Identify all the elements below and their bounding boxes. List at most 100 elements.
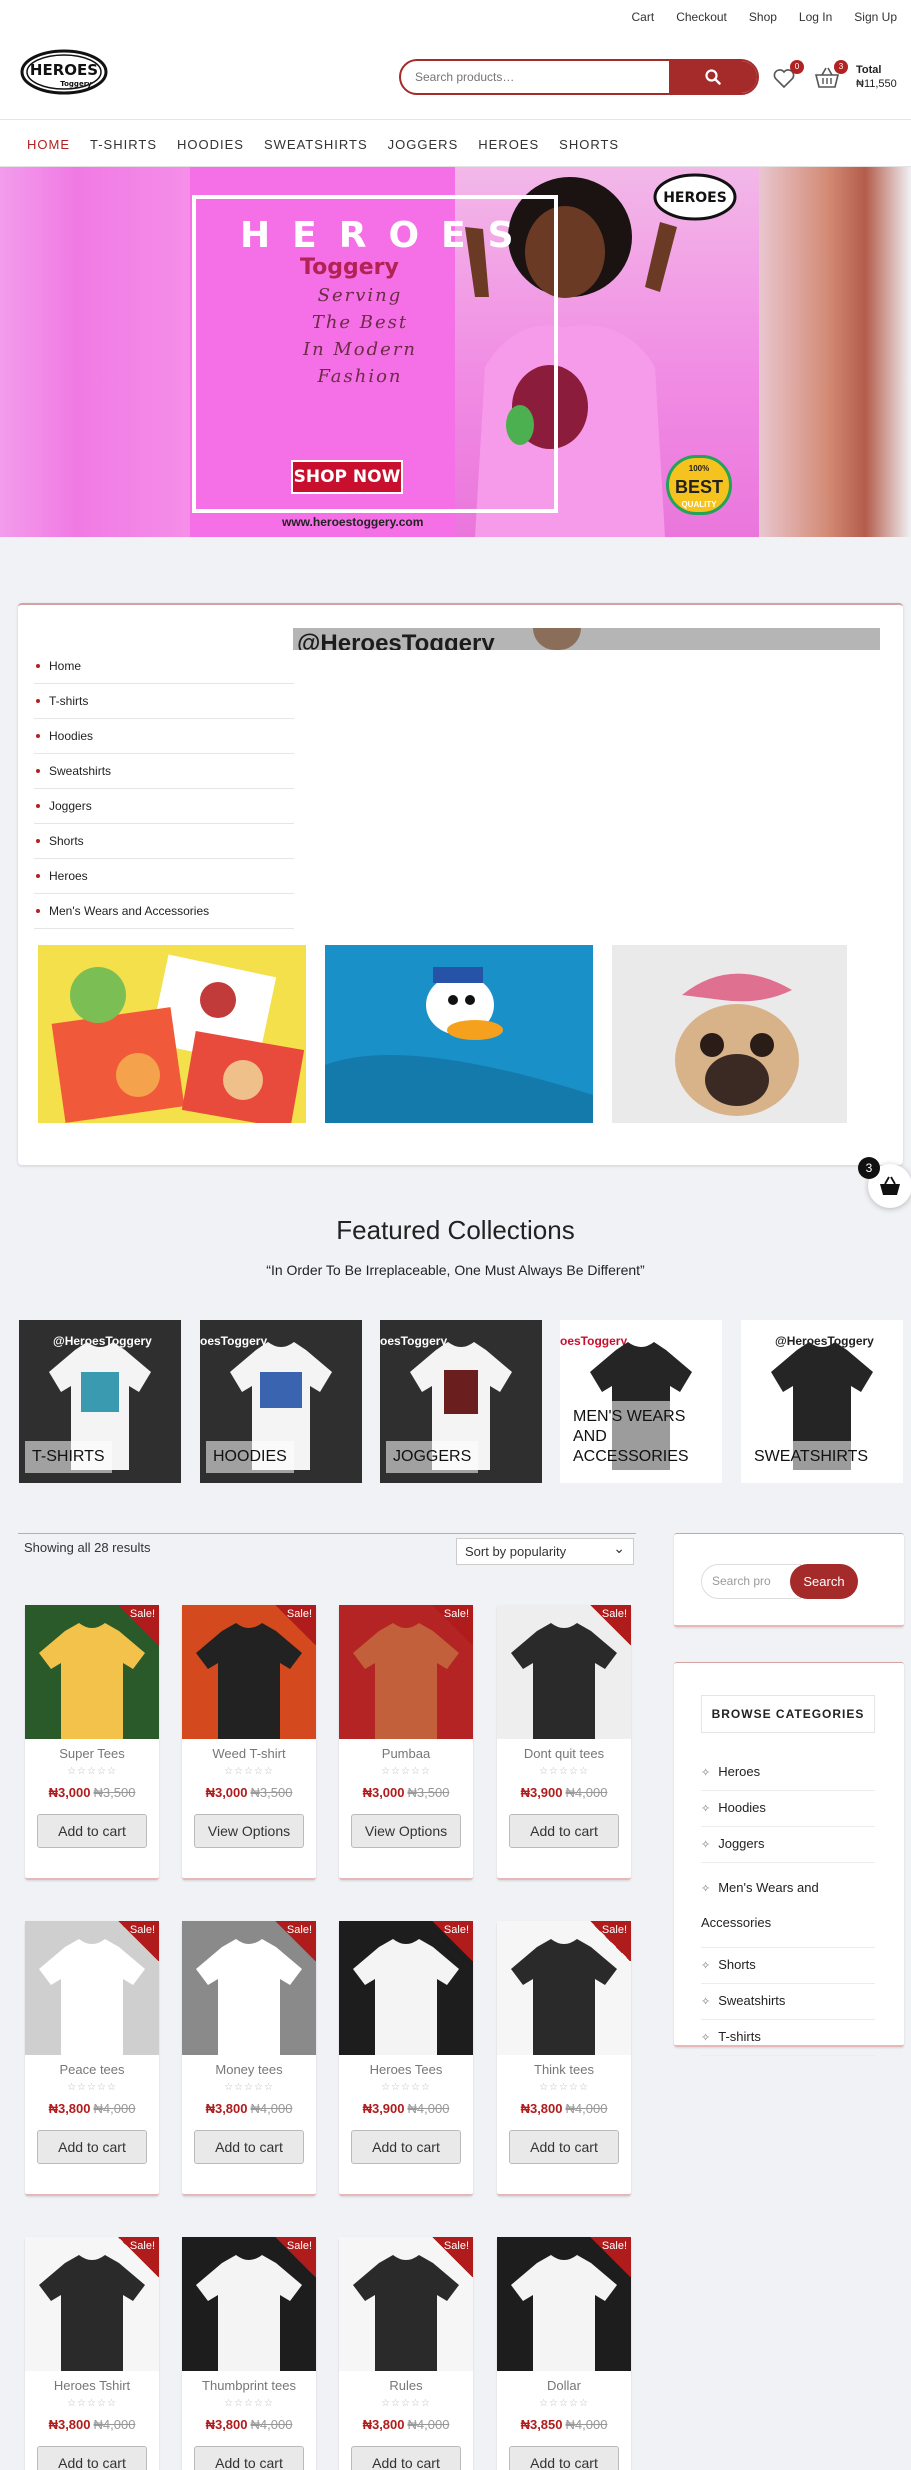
product-name[interactable]: Peace tees xyxy=(25,2062,159,2077)
site-logo[interactable]: HEROES Toggery xyxy=(20,48,108,98)
nav-sweatshirts[interactable]: SWEATSHIRTS xyxy=(264,137,368,152)
collection-sweatshirts[interactable]: @HeroesToggery SWEATSHIRTS xyxy=(741,1320,903,1483)
product-name[interactable]: Super Tees xyxy=(25,1746,159,1761)
hero-shop-now-button[interactable]: SHOP NOW xyxy=(291,460,403,494)
add-to-cart-button[interactable]: Add to cart xyxy=(37,2130,147,2164)
add-to-cart-button[interactable]: Add to cart xyxy=(509,2130,619,2164)
add-to-cart-button[interactable]: Add to cart xyxy=(351,2446,461,2470)
product-name[interactable]: Money tees xyxy=(182,2062,316,2077)
add-to-cart-button[interactable]: Add to cart xyxy=(509,2446,619,2470)
product-card[interactable]: Sale! Weed T-shirt ☆☆☆☆☆ ₦3,000 ₦3,500 View O… xyxy=(182,1605,316,1880)
instagram-banner[interactable]: @HeroesToggery xyxy=(293,628,880,650)
nav-home[interactable]: HOME xyxy=(27,137,70,152)
block-cat-heroes[interactable]: Heroes xyxy=(34,859,294,894)
hero-photo-logo: HEROES xyxy=(663,190,727,206)
add-to-cart-button[interactable]: Add to cart xyxy=(194,2446,304,2470)
add-to-cart-button[interactable]: Add to cart xyxy=(351,2130,461,2164)
sidebar-cat-heroes[interactable]: ✧ Heroes xyxy=(701,1755,875,1791)
product-image[interactable]: Sale! xyxy=(25,1605,159,1739)
add-to-cart-button[interactable]: View Options xyxy=(194,1814,304,1848)
product-card[interactable]: Sale! Money tees ☆☆☆☆☆ ₦3,800 ₦4,000 Add to c… xyxy=(182,1921,316,2196)
collection-hoodies[interactable]: oesToggery HOODIES xyxy=(200,1320,362,1483)
product-search-input[interactable] xyxy=(401,61,671,93)
product-name[interactable]: Dont quit tees xyxy=(497,1746,631,1761)
add-to-cart-button[interactable]: Add to cart xyxy=(37,2446,147,2470)
product-search-button[interactable] xyxy=(669,61,757,93)
sale-badge: Sale! xyxy=(117,1605,159,1645)
product-image[interactable]: Sale! xyxy=(497,1605,631,1739)
product-name[interactable]: Rules xyxy=(339,2378,473,2393)
product-image[interactable]: Sale! xyxy=(25,2237,159,2371)
sidebar-cat-hoodies[interactable]: ✧ Hoodies xyxy=(701,1791,875,1827)
hero-slider[interactable]: HEROES HEROES Toggery Serving The Best I… xyxy=(0,167,911,537)
nav-heroes[interactable]: HEROES xyxy=(478,137,539,152)
product-card[interactable]: Sale! Heroes Tshirt ☆☆☆☆☆ ₦3,800 ₦4,000 Add t… xyxy=(25,2237,159,2470)
sort-select[interactable]: Sort by popularity xyxy=(456,1536,634,1565)
product-name[interactable]: Thumbprint tees xyxy=(182,2378,316,2393)
product-image[interactable]: Sale! xyxy=(339,1605,473,1739)
product-card[interactable]: Sale! Dont quit tees ☆☆☆☆☆ ₦3,900 ₦4,000 Add … xyxy=(497,1605,631,1880)
promo-image-pug-tee[interactable] xyxy=(612,945,880,1123)
product-name[interactable]: Heroes Tshirt xyxy=(25,2378,159,2393)
regular-price: ₦3,500 xyxy=(407,1785,450,1800)
nav-joggers[interactable]: JOGGERS xyxy=(388,137,459,152)
product-price: ₦3,000 ₦3,500 xyxy=(339,1785,473,1800)
add-to-cart-button[interactable]: Add to cart xyxy=(37,1814,147,1848)
product-card[interactable]: Sale! Think tees ☆☆☆☆☆ ₦3,800 ₦4,000 Add to c… xyxy=(497,1921,631,2196)
sidebar-cat-shorts[interactable]: ✧ Shorts xyxy=(701,1948,875,1984)
product-card[interactable]: Sale! Peace tees ☆☆☆☆☆ ₦3,800 ₦4,000 Add to c… xyxy=(25,1921,159,2196)
collection-joggers[interactable]: oesToggery JOGGERS xyxy=(380,1320,542,1483)
product-image[interactable]: Sale! xyxy=(182,1921,316,2055)
product-image[interactable]: Sale! xyxy=(339,2237,473,2371)
product-image[interactable]: Sale! xyxy=(497,2237,631,2371)
cart-link[interactable]: Cart xyxy=(632,10,655,24)
product-image[interactable]: Sale! xyxy=(339,1921,473,2055)
product-card[interactable]: Sale! Heroes Tees ☆☆☆☆☆ ₦3,900 ₦4,000 Add to … xyxy=(339,1921,473,2196)
collection-mens-wears[interactable]: oesToggery MEN'S WEARS AND ACCESSORIES xyxy=(560,1320,722,1483)
diamond-icon: ✧ xyxy=(701,1767,711,1779)
product-image[interactable]: Sale! xyxy=(497,1921,631,2055)
cart-total[interactable]: Total ₦11,550 xyxy=(856,63,897,91)
product-card[interactable]: Sale! Thumbprint tees ☆☆☆☆☆ ₦3,800 ₦4,000 Add… xyxy=(182,2237,316,2470)
block-cat-tshirts[interactable]: T-shirts xyxy=(34,684,294,719)
product-card[interactable]: Sale! Dollar ☆☆☆☆☆ ₦3,850 ₦4,000 Add to cart xyxy=(497,2237,631,2470)
add-to-cart-button[interactable]: View Options xyxy=(351,1814,461,1848)
product-image[interactable]: Sale! xyxy=(182,1605,316,1739)
promo-image-cartoon-tees[interactable] xyxy=(38,945,306,1123)
login-link[interactable]: Log In xyxy=(799,10,832,24)
nav-tshirts[interactable]: T-SHIRTS xyxy=(90,137,157,152)
block-cat-mens[interactable]: Men's Wears and Accessories xyxy=(34,894,294,929)
product-card[interactable]: Sale! Rules ☆☆☆☆☆ ₦3,800 ₦4,000 Add to cart xyxy=(339,2237,473,2470)
collection-tshirts[interactable]: @HeroesToggery T-SHIRTS xyxy=(19,1320,181,1483)
product-card[interactable]: Sale! Pumbaa ☆☆☆☆☆ ₦3,000 ₦3,500 View Options xyxy=(339,1605,473,1880)
shop-link[interactable]: Shop xyxy=(749,10,777,24)
promo-image-donald-tee[interactable] xyxy=(325,945,593,1123)
product-image[interactable]: Sale! xyxy=(25,1921,159,2055)
add-to-cart-button[interactable]: Add to cart xyxy=(509,1814,619,1848)
product-card[interactable]: Sale! Super Tees ☆☆☆☆☆ ₦3,000 ₦3,500 Add to c… xyxy=(25,1605,159,1880)
sidebar-cat-joggers[interactable]: ✧ Joggers xyxy=(701,1827,875,1863)
sidebar-search-button[interactable]: Search xyxy=(790,1564,858,1599)
product-name[interactable]: Think tees xyxy=(497,2062,631,2077)
block-cat-sweatshirts[interactable]: Sweatshirts xyxy=(34,754,294,789)
add-to-cart-button[interactable]: Add to cart xyxy=(194,2130,304,2164)
sidebar-cat-sweatshirts[interactable]: ✧ Sweatshirts xyxy=(701,1984,875,2020)
checkout-link[interactable]: Checkout xyxy=(676,10,727,24)
rating-stars: ☆☆☆☆☆ xyxy=(381,1766,431,1777)
block-cat-hoodies[interactable]: Hoodies xyxy=(34,719,294,754)
nav-hoodies[interactable]: HOODIES xyxy=(177,137,244,152)
product-name[interactable]: Dollar xyxy=(497,2378,631,2393)
sidebar-cat-mens[interactable]: ✧ Men's Wears and Accessories xyxy=(701,1863,875,1948)
signup-link[interactable]: Sign Up xyxy=(854,10,897,24)
product-name[interactable]: Pumbaa xyxy=(339,1746,473,1761)
product-image[interactable]: Sale! xyxy=(182,2237,316,2371)
block-cat-joggers[interactable]: Joggers xyxy=(34,789,294,824)
product-name[interactable]: Heroes Tees xyxy=(339,2062,473,2077)
sidebar-cat-tshirts[interactable]: ✧ T-shirts xyxy=(701,2020,875,2056)
product-name[interactable]: Weed T-shirt xyxy=(182,1746,316,1761)
nav-shorts[interactable]: SHORTS xyxy=(559,137,619,152)
block-cat-shorts[interactable]: Shorts xyxy=(34,824,294,859)
block-cat-home[interactable]: Home xyxy=(34,649,294,684)
regular-price: ₦4,000 xyxy=(250,2101,293,2116)
sidebar-search-input[interactable]: Search pro xyxy=(701,1564,801,1599)
